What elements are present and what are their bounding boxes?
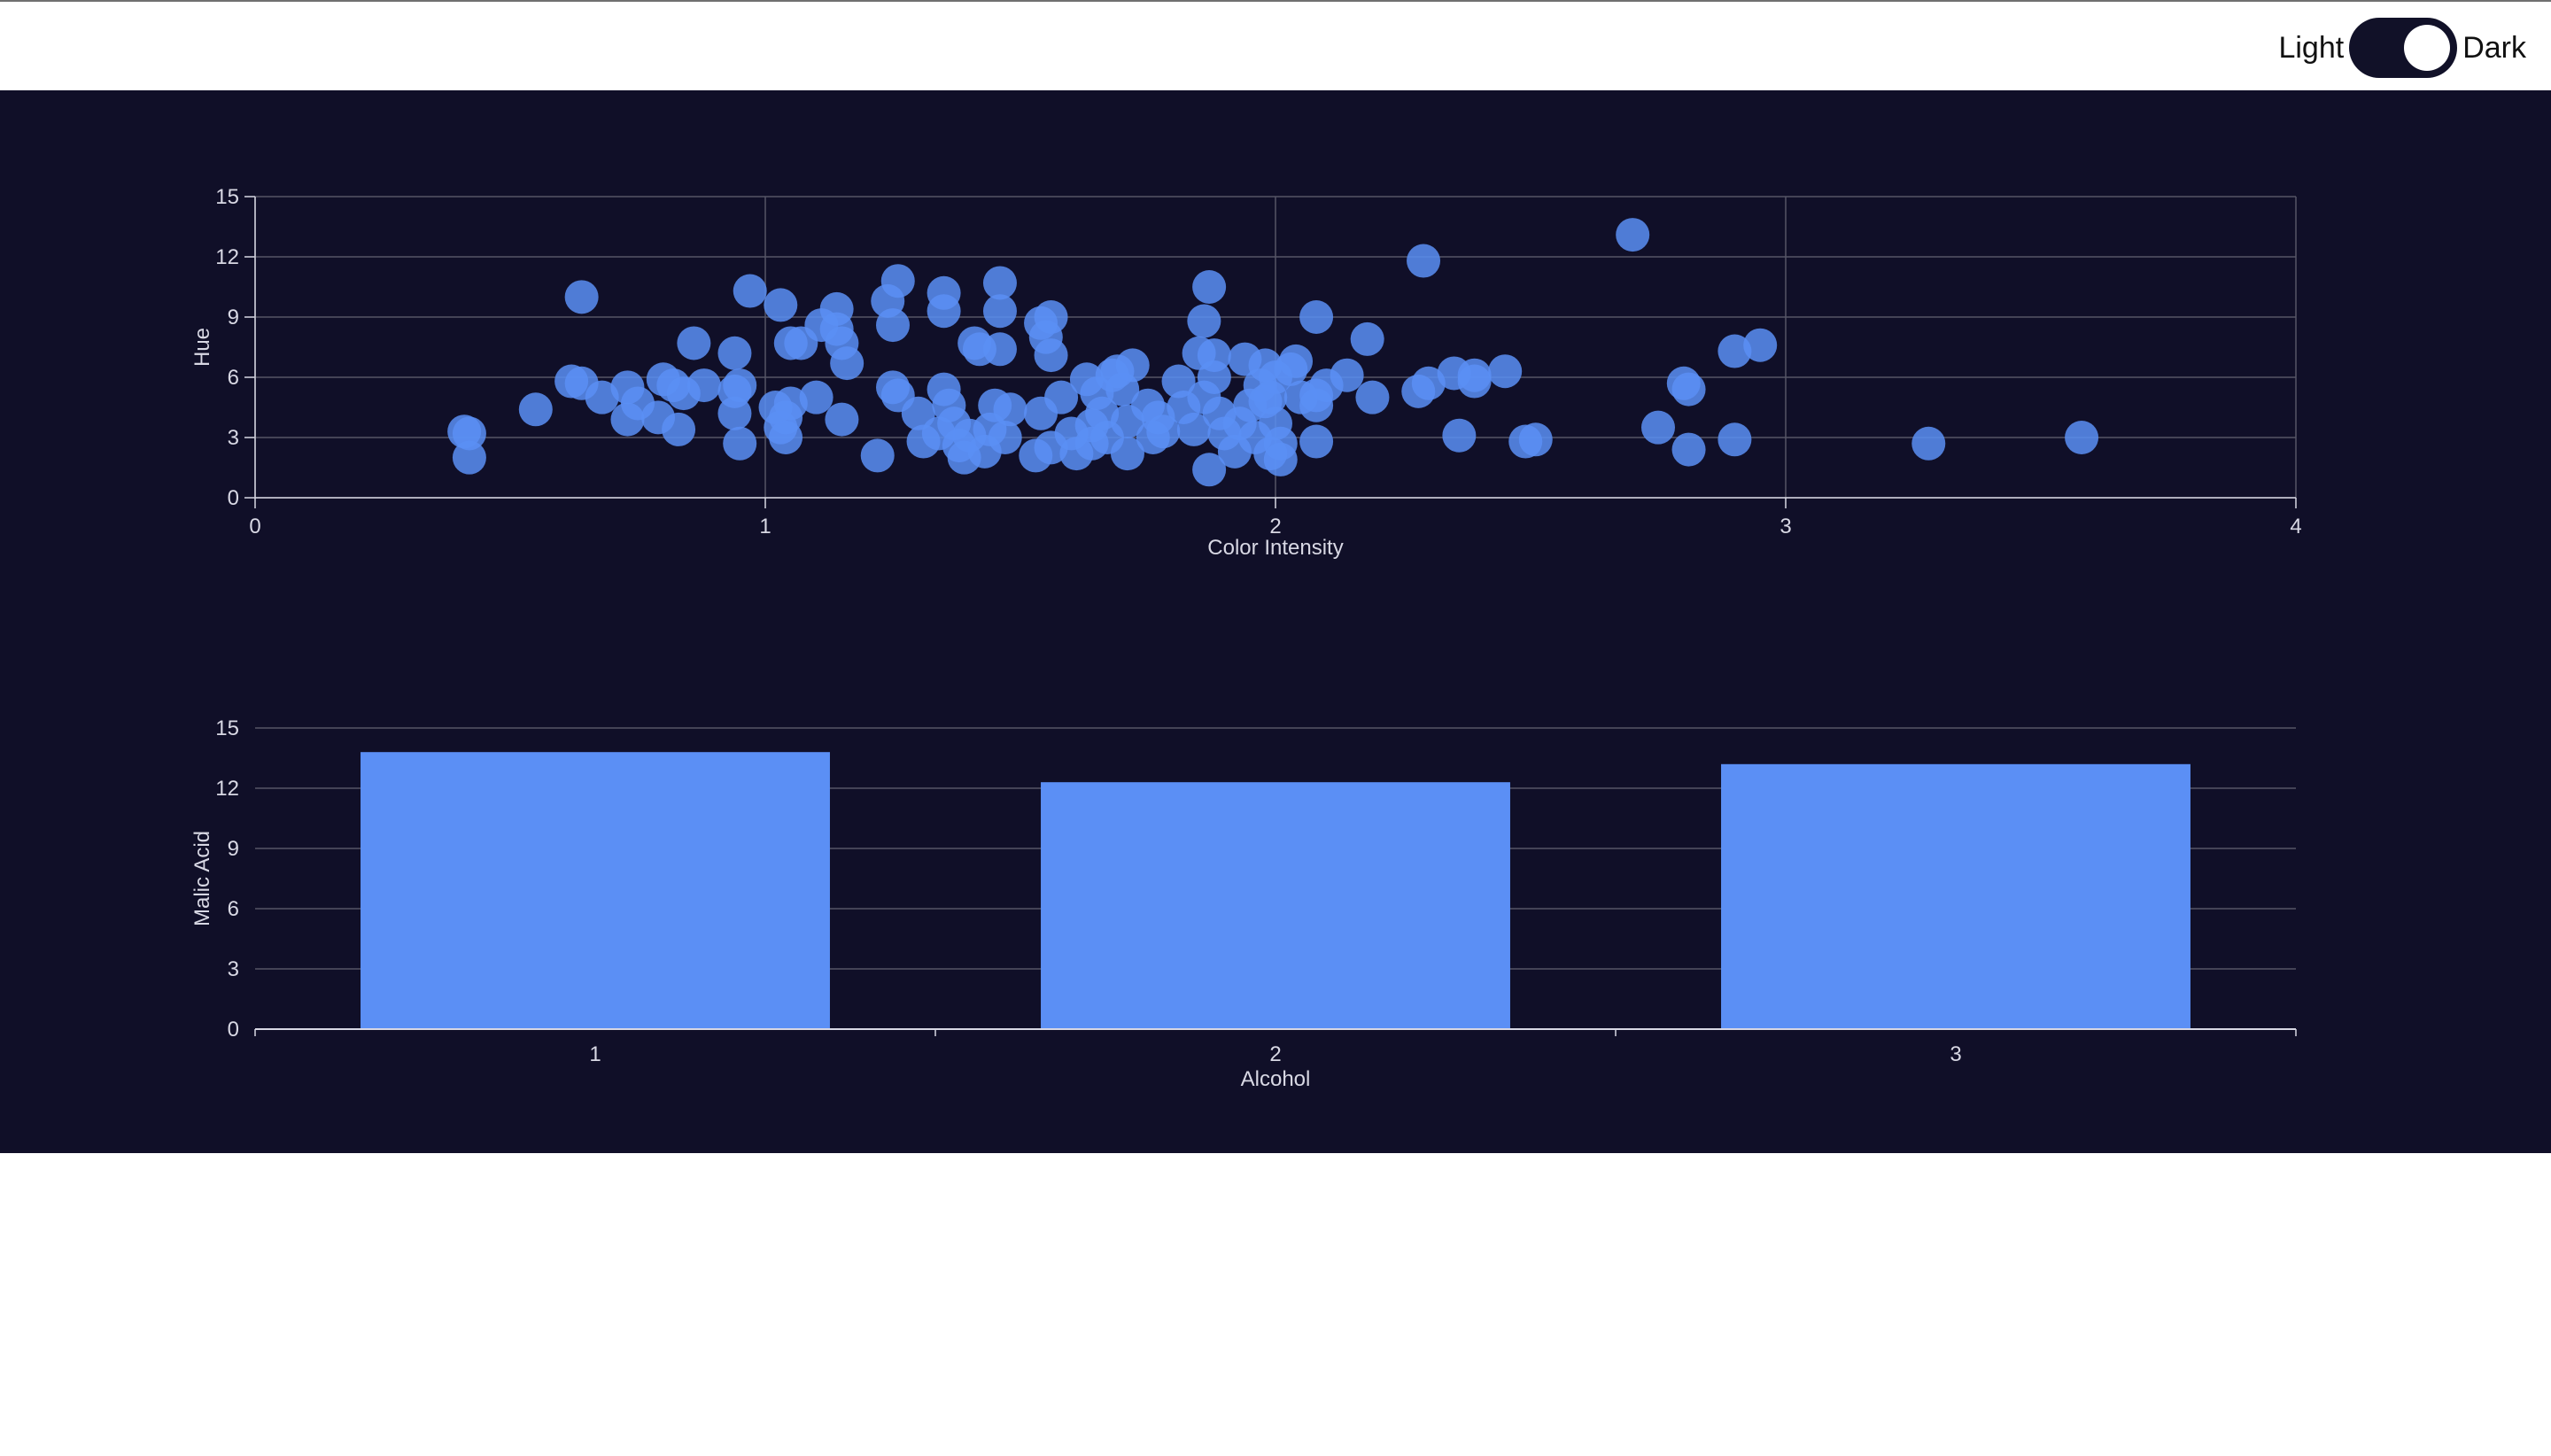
scatter-point xyxy=(1263,426,1298,461)
scatter-point xyxy=(717,336,752,370)
scatter-y-axis-title: Hue xyxy=(190,328,214,367)
scatter-point xyxy=(876,308,910,343)
bar-x-axis-title: Alcohol xyxy=(1241,1067,1311,1091)
theme-toggle: Light Dark xyxy=(2278,18,2526,78)
scatter-point xyxy=(564,280,599,314)
scatter-point xyxy=(1299,300,1334,334)
scatter-point xyxy=(1355,380,1390,414)
bar-3 xyxy=(1721,763,2190,1029)
scatter-point xyxy=(927,294,961,329)
scatter-y-tick-label: 6 xyxy=(228,366,239,390)
top-bar: Light Dark xyxy=(0,0,2551,90)
bar-y-tick-label: 3 xyxy=(228,957,239,981)
scatter-point xyxy=(830,346,865,381)
scatter-point xyxy=(1911,426,1946,461)
bar-y-axis-title: Malic Acid xyxy=(190,831,214,926)
scatter-point xyxy=(769,421,803,454)
scatter-point xyxy=(662,412,696,446)
scatter-point xyxy=(982,294,1017,329)
scatter-point xyxy=(1197,360,1231,394)
bar-x-tick-label: 1 xyxy=(589,1042,601,1066)
scatter-x-tick-label: 1 xyxy=(759,515,771,538)
bar-y-tick-label: 9 xyxy=(228,837,239,861)
scatter-point xyxy=(1488,354,1523,389)
scatter-x-axis-title: Color Intensity xyxy=(1207,536,1343,560)
scatter-point xyxy=(1457,364,1492,399)
scatter-point xyxy=(1671,372,1706,407)
scatter-point xyxy=(880,264,915,298)
scatter-point xyxy=(1330,358,1364,392)
scatter-point xyxy=(2065,421,2099,454)
scatter-point xyxy=(819,291,854,326)
scatter-y-tick-label: 9 xyxy=(228,306,239,329)
scatter-point xyxy=(1299,424,1334,459)
scatter-x-tick-label: 3 xyxy=(1779,515,1791,538)
scatter-point xyxy=(993,392,1027,427)
scatter-point xyxy=(1034,300,1068,334)
scatter-point xyxy=(1279,344,1314,378)
scatter-point xyxy=(677,326,711,360)
scatter-point xyxy=(1518,422,1553,457)
dark-label: Dark xyxy=(2462,30,2526,65)
scatter-point xyxy=(1115,348,1150,383)
bar-y-tick-label: 0 xyxy=(228,1018,239,1042)
scatter-point xyxy=(1442,418,1477,453)
scatter-point xyxy=(1192,270,1227,304)
scatter-point xyxy=(1187,304,1221,338)
scatter-point xyxy=(825,402,859,437)
scatter-point xyxy=(860,438,895,473)
bar-2 xyxy=(1041,782,1510,1029)
bar-x-tick-label: 2 xyxy=(1269,1042,1281,1066)
scatter-point xyxy=(988,421,1022,454)
bar-y-tick-label: 12 xyxy=(215,777,239,801)
scatter-point xyxy=(1671,432,1706,467)
scatter-point xyxy=(1616,218,1650,252)
bar-y-tick-label: 15 xyxy=(215,716,239,740)
scatter-point xyxy=(723,426,757,461)
scatter-point xyxy=(1350,321,1384,356)
charts-canvas: 036912150 1 2 3 4Color IntensityHue 03691215… xyxy=(190,185,2302,1091)
scatter-point xyxy=(452,416,486,451)
scatter-x-tick-label: 4 xyxy=(2290,515,2301,538)
scatter-y-tick-label: 12 xyxy=(215,245,239,269)
scatter-point xyxy=(518,392,553,427)
bar-y-tick-label: 6 xyxy=(228,897,239,921)
scatter-point xyxy=(723,368,757,403)
scatter-point xyxy=(1743,328,1778,362)
scatter-point xyxy=(1717,422,1752,457)
switch-knob xyxy=(2404,25,2451,71)
scatter-point xyxy=(686,368,721,403)
light-label: Light xyxy=(2278,30,2345,65)
scatter-x-tick-label: 0 xyxy=(249,515,260,538)
scatter-point xyxy=(982,332,1017,367)
scatter-point xyxy=(717,396,752,430)
bar-x-tick-label: 3 xyxy=(1950,1042,1961,1066)
scatter-point xyxy=(1034,338,1068,373)
scatter-point xyxy=(733,274,767,308)
scatter-x-tick-label: 2 xyxy=(1269,515,1281,538)
scatter-y-tick-label: 15 xyxy=(215,185,239,209)
theme-switch[interactable] xyxy=(2349,18,2458,78)
scatter-point xyxy=(1407,244,1441,278)
scatter-chart: 036912150 1 2 3 4Color IntensityHue xyxy=(190,185,2302,560)
scatter-point xyxy=(1641,410,1675,445)
scatter-point xyxy=(764,288,798,322)
scatter-y-tick-label: 3 xyxy=(228,426,239,450)
bar-1 xyxy=(361,752,830,1029)
scatter-y-tick-label: 0 xyxy=(228,486,239,510)
scatter-point xyxy=(799,380,834,414)
bar-chart: 036912151 2 3AlcoholMalic Acid xyxy=(190,716,2297,1091)
